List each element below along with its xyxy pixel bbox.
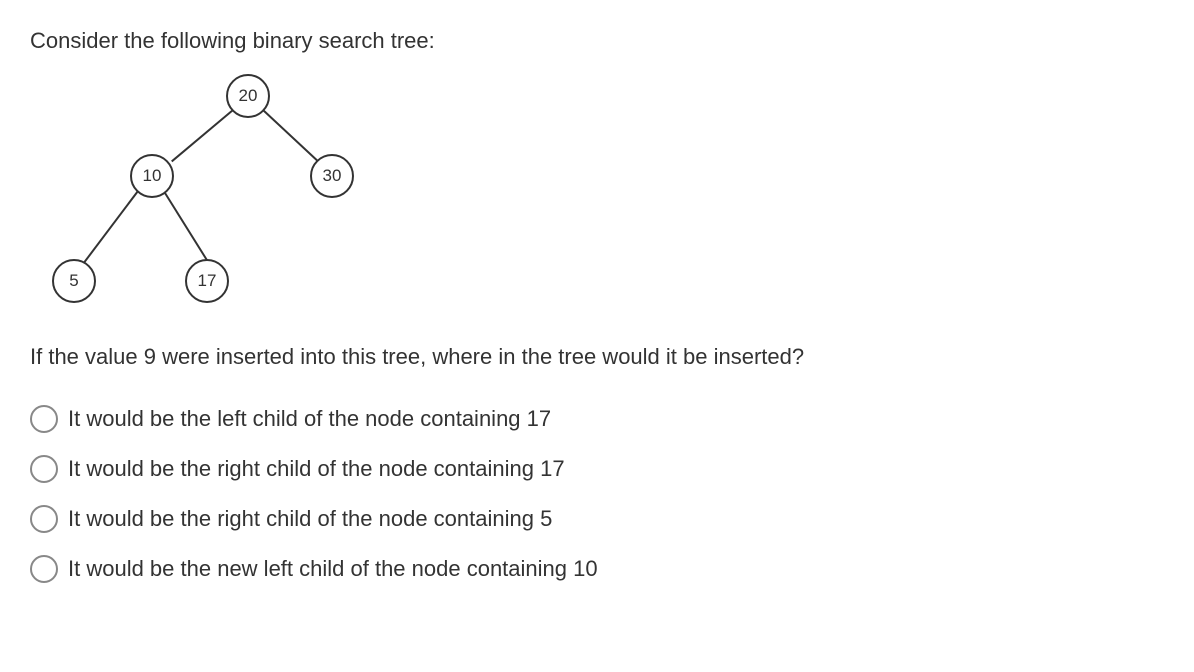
tree-node-value: 5 bbox=[69, 271, 78, 291]
tree-node-left: 10 bbox=[130, 154, 174, 198]
tree-node-leftleft: 5 bbox=[52, 259, 96, 303]
option-label: It would be the new left child of the no… bbox=[68, 556, 598, 582]
option-label: It would be the right child of the node … bbox=[68, 456, 565, 482]
option-3[interactable]: It would be the right child of the node … bbox=[30, 505, 1164, 533]
tree-edge bbox=[164, 192, 212, 268]
question-main-text: If the value 9 were inserted into this t… bbox=[30, 344, 1164, 370]
option-4[interactable]: It would be the new left child of the no… bbox=[30, 555, 1164, 583]
option-1[interactable]: It would be the left child of the node c… bbox=[30, 405, 1164, 433]
binary-tree-diagram: 20 10 30 5 17 bbox=[30, 74, 390, 314]
tree-node-root: 20 bbox=[226, 74, 270, 118]
radio-button[interactable] bbox=[30, 405, 58, 433]
tree-node-value: 20 bbox=[239, 86, 258, 106]
option-label: It would be the left child of the node c… bbox=[68, 406, 551, 432]
radio-button[interactable] bbox=[30, 505, 58, 533]
question-intro-text: Consider the following binary search tre… bbox=[30, 28, 1164, 54]
options-group: It would be the left child of the node c… bbox=[30, 405, 1164, 583]
tree-node-value: 10 bbox=[143, 166, 162, 186]
tree-node-value: 30 bbox=[323, 166, 342, 186]
tree-edge bbox=[171, 109, 234, 162]
radio-button[interactable] bbox=[30, 455, 58, 483]
option-label: It would be the right child of the node … bbox=[68, 506, 552, 532]
option-2[interactable]: It would be the right child of the node … bbox=[30, 455, 1164, 483]
radio-button[interactable] bbox=[30, 555, 58, 583]
tree-node-value: 17 bbox=[198, 271, 217, 291]
tree-node-leftright: 17 bbox=[185, 259, 229, 303]
tree-edge bbox=[262, 109, 318, 162]
tree-node-right: 30 bbox=[310, 154, 354, 198]
